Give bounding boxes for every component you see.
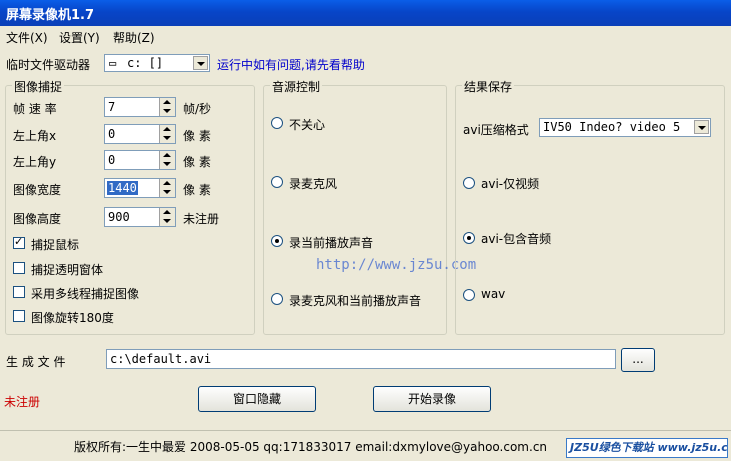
codec-value: IV50 Indeo? video 5 — [543, 120, 681, 134]
temp-drive-select[interactable]: ▭ c: [] — [104, 54, 210, 72]
rotate-label[interactable]: 图像旋转180度 — [31, 309, 114, 326]
height-unit: 未注册 — [183, 212, 220, 226]
menu-bar: 文件(X) 设置(Y) 帮助(Z) — [0, 26, 731, 46]
left-x-label: 左上角x — [13, 129, 57, 143]
audio-mic-label[interactable]: 录麦克风 — [289, 175, 337, 192]
menu-settings[interactable]: 设置(Y) — [59, 29, 100, 46]
output-file-input[interactable]: c:\default.avi — [106, 349, 616, 369]
height-spinner[interactable]: 900 — [104, 207, 176, 227]
width-unit: 像 素 — [183, 183, 211, 197]
spin-down-icon[interactable] — [163, 162, 171, 166]
spin-down-icon[interactable] — [163, 136, 171, 140]
spin-up-icon[interactable] — [163, 153, 171, 157]
left-x-unit: 像 素 — [183, 129, 211, 143]
width-spinner[interactable]: 1440 — [104, 178, 176, 198]
capture-transparent-checkbox[interactable] — [13, 262, 25, 274]
save-with-audio-radio[interactable] — [463, 232, 475, 244]
chevron-down-icon[interactable] — [694, 120, 709, 134]
frame-rate-label: 帧 速 率 — [13, 102, 57, 116]
capture-mouse-checkbox[interactable] — [13, 235, 25, 249]
audio-both-label[interactable]: 录麦克风和当前播放声音 — [289, 292, 421, 309]
capture-mouse-label[interactable]: 捕捉鼠标 — [31, 236, 79, 253]
height-value: 900 — [108, 210, 130, 224]
spin-down-icon[interactable] — [163, 109, 171, 113]
height-label: 图像高度 — [13, 212, 62, 226]
menu-file[interactable]: 文件(X) — [6, 29, 48, 46]
save-with-audio-label[interactable]: avi-包含音频 — [481, 230, 551, 247]
menu-help[interactable]: 帮助(Z) — [113, 29, 155, 46]
codec-select[interactable]: IV50 Indeo? video 5 — [539, 118, 711, 137]
spin-down-icon[interactable] — [163, 190, 171, 194]
save-wav-label[interactable]: wav — [481, 287, 505, 301]
window-title: 屏幕录像机1.7 — [6, 8, 95, 23]
frame-rate-spinner[interactable]: 7 — [104, 97, 176, 117]
capture-transparent-label[interactable]: 捕捉透明窗体 — [31, 261, 103, 278]
site-logo: JZ5U绿色下载站 www.jz5u.com — [566, 438, 728, 458]
top-y-unit: 像 素 — [183, 155, 211, 169]
hide-window-button[interactable]: 窗口隐藏 — [198, 386, 316, 412]
start-recording-button[interactable]: 开始录像 — [373, 386, 491, 412]
audio-group-title: 音源控制 — [270, 78, 323, 95]
top-y-label: 左上角y — [13, 155, 57, 169]
frame-rate-value: 7 — [108, 100, 116, 114]
spin-up-icon[interactable] — [163, 127, 171, 131]
rotate-checkbox[interactable] — [13, 310, 25, 322]
drive-icon: ▭ — [109, 56, 117, 70]
audio-none-radio[interactable] — [271, 117, 283, 129]
save-video-only-label[interactable]: avi-仅视频 — [481, 175, 539, 192]
audio-mic-radio[interactable] — [271, 176, 283, 188]
width-label: 图像宽度 — [13, 183, 62, 197]
save-wav-radio[interactable] — [463, 289, 475, 301]
multithread-checkbox[interactable] — [13, 286, 25, 298]
capture-group-title: 图像捕捉 — [12, 78, 65, 95]
title-bar[interactable]: 屏幕录像机1.7 — [0, 0, 731, 26]
spin-up-icon[interactable] — [163, 100, 171, 104]
save-video-only-radio[interactable] — [463, 177, 475, 189]
spin-up-icon[interactable] — [163, 210, 171, 214]
audio-both-radio[interactable] — [271, 293, 283, 305]
unregistered-notice: 未注册 — [4, 395, 41, 409]
browse-button[interactable]: ... — [621, 348, 655, 372]
watermark-url: http://www.jz5u.com — [316, 257, 477, 273]
copyright-text: 版权所有:一生中最爱 2008-05-05 qq:171833017 email… — [74, 440, 548, 454]
left-x-value: 0 — [108, 127, 116, 141]
spin-up-icon[interactable] — [163, 181, 171, 185]
frame-rate-unit: 帧/秒 — [183, 102, 212, 116]
width-value: 1440 — [107, 181, 138, 195]
audio-playback-label[interactable]: 录当前播放声音 — [289, 234, 373, 251]
codec-label: avi压缩格式 — [463, 123, 529, 137]
spin-down-icon[interactable] — [163, 219, 171, 223]
save-group-title: 结果保存 — [462, 78, 515, 95]
left-x-spinner[interactable]: 0 — [104, 124, 176, 144]
temp-drive-value: c: [] — [127, 56, 164, 70]
top-y-value: 0 — [108, 153, 116, 167]
temp-drive-label: 临时文件驱动器 — [6, 58, 91, 72]
output-file-label: 生 成 文 件 — [6, 355, 66, 369]
chevron-down-icon[interactable] — [193, 56, 208, 70]
top-y-spinner[interactable]: 0 — [104, 150, 176, 170]
help-hint-link[interactable]: 运行中如有问题,请先看帮助 — [217, 56, 365, 73]
multithread-label[interactable]: 采用多线程捕捉图像 — [31, 285, 139, 302]
audio-playback-radio[interactable] — [271, 235, 283, 247]
audio-none-label[interactable]: 不关心 — [289, 116, 325, 133]
output-file-value: c:\default.avi — [110, 352, 212, 366]
